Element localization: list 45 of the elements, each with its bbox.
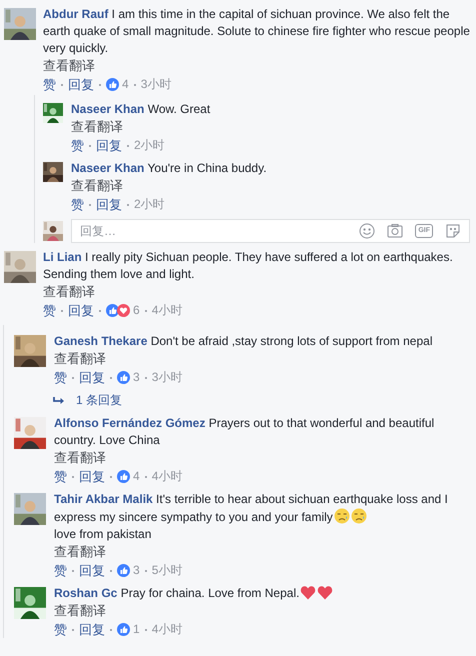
comment-text: Naseer Khan Wow. Great — [71, 101, 212, 118]
author-link[interactable]: Alfonso Fernández Gómez — [54, 416, 206, 430]
comment-text: Naseer Khan You're in China buddy. — [71, 160, 268, 177]
reply-link[interactable]: 回复 — [79, 621, 105, 638]
translate-link[interactable]: 查看翻译 — [54, 603, 106, 618]
comment-text: Roshan Gc Pray for chaina. Love from Nepal. — [54, 585, 470, 602]
replies-link[interactable]: 1 条回复 — [52, 392, 470, 409]
author-link[interactable]: Naseer Khan — [71, 161, 144, 175]
like-link[interactable]: 赞 — [54, 468, 67, 485]
comment-text: Li Lian I really pity Sichuan people. They have suffered a lot on earthquakes. Sending them love and light. — [43, 249, 454, 283]
reply-link[interactable]: 回复 — [79, 562, 105, 579]
translate-link[interactable]: 查看翻译 — [43, 284, 95, 299]
reply-link[interactable]: 回复 — [68, 302, 94, 319]
author-link[interactable]: Tahir Akbar Malik — [54, 492, 153, 506]
reply-arrow-icon — [52, 396, 66, 406]
translate-link[interactable]: 查看翻译 — [54, 544, 106, 559]
translate-link[interactable]: 查看翻译 — [71, 178, 123, 193]
translate-link[interactable]: 查看翻译 — [71, 119, 123, 134]
comment-text: Ganesh Thekare Don't be afraid ,stay strong lots of support from nepal — [54, 333, 434, 350]
reply-link[interactable]: 回复 — [79, 369, 105, 386]
reply-link[interactable]: 回复 — [79, 468, 105, 485]
author-link[interactable]: Ganesh Thekare — [54, 334, 148, 348]
like-link[interactable]: 赞 — [54, 621, 67, 638]
like-link[interactable]: 赞 — [54, 369, 67, 386]
smiley-icon — [359, 223, 376, 239]
sticker-icon — [445, 223, 461, 239]
translate-link[interactable]: 查看翻译 — [54, 351, 106, 366]
author-link[interactable]: Roshan Gc — [54, 586, 118, 600]
reply-link[interactable]: 回复 — [96, 196, 122, 213]
like-link[interactable]: 赞 — [54, 562, 67, 579]
camera-icon — [387, 223, 404, 239]
like-link[interactable]: 赞 — [71, 137, 84, 154]
like-link[interactable]: 赞 — [71, 196, 84, 213]
author-link[interactable]: Abdur Rauf — [43, 7, 108, 21]
translate-link[interactable]: 查看翻译 — [54, 450, 106, 465]
translate-link[interactable]: 查看翻译 — [43, 58, 95, 73]
reply-link[interactable]: 回复 — [96, 137, 122, 154]
like-link[interactable]: 赞 — [43, 302, 56, 319]
reply-link[interactable]: 回复 — [68, 76, 94, 93]
comment-text: Alfonso Fernández Gómez Prayers out to that wonderful and beautiful country. Love China — [54, 415, 436, 449]
author-link[interactable]: Li Lian — [43, 250, 82, 264]
like-link[interactable]: 赞 — [43, 76, 56, 93]
comment-text: Abdur Rauf I am this time in the capital of sichuan province. We also felt the earth quake of small magnitude. Solute to chinese fire fighter who rescue people very quickly. — [43, 6, 470, 57]
author-link[interactable]: Naseer Khan — [71, 102, 144, 116]
comment-text: Tahir Akbar Malik It's terrible to hear about sichuan earthquake loss and I express my sincere sympathy to you and your family love from pakistan — [54, 491, 449, 543]
